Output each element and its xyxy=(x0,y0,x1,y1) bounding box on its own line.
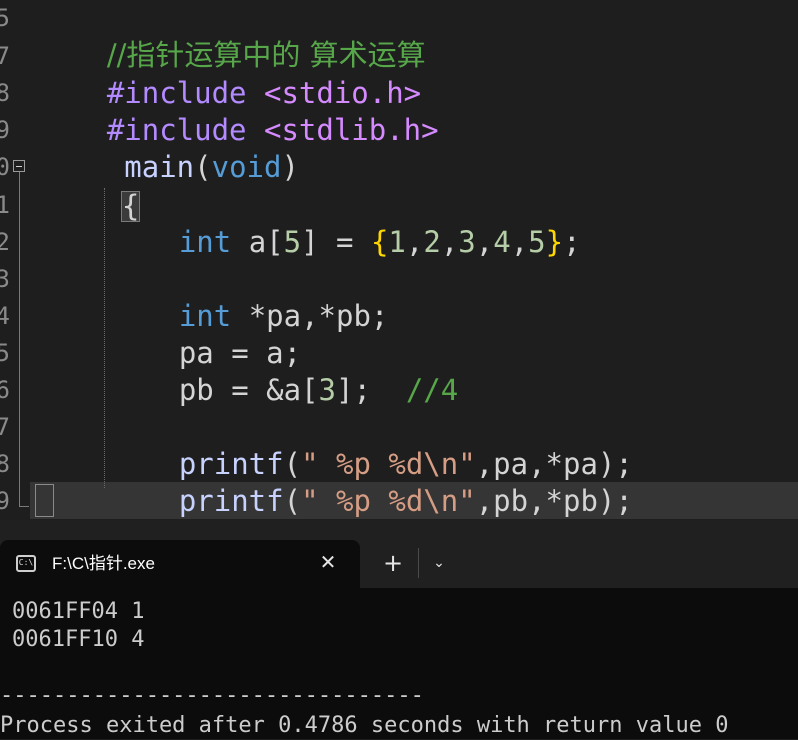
terminal-output-line: 0061FF10 4 xyxy=(12,627,145,652)
number-token: 3 xyxy=(318,373,336,407)
line-number: 8 xyxy=(0,450,10,478)
line-number-gutter: 5 7 8 9 0 1 2 3 4 5 6 7 8 9 xyxy=(0,0,12,520)
code-line-open-brace[interactable]: { xyxy=(51,149,140,222)
line-number: 3 xyxy=(0,265,10,293)
console-icon: C:\ xyxy=(16,555,36,572)
terminal-tab-bar: C:\ F:\C\指针.exe ✕ + ⌄ xyxy=(0,520,798,588)
comma-token: , xyxy=(510,225,529,259)
fold-guide-line xyxy=(19,172,20,507)
terminal-exit-status: Process exited after 0.4786 seconds with… xyxy=(0,713,729,738)
comma-token: , xyxy=(475,225,494,259)
terminal-tab[interactable]: C:\ F:\C\指针.exe ✕ xyxy=(0,540,360,588)
code-line-close-brace[interactable]: } xyxy=(37,482,124,519)
code-line-pointer-decl[interactable]: int *pa,*pb; xyxy=(109,261,389,333)
line-number: 7 xyxy=(0,42,10,70)
tab-title: F:\C\指针.exe xyxy=(52,554,155,573)
terminal-window[interactable]: C:\ F:\C\指针.exe ✕ + ⌄ 0061FF04 1 0061FF1… xyxy=(0,520,798,739)
code-token: pb = &a[ xyxy=(178,373,319,407)
paren-token: ) xyxy=(281,150,299,184)
line-number: 7 xyxy=(0,413,10,441)
line-number: 2 xyxy=(0,228,10,256)
new-tab-button[interactable]: + xyxy=(380,550,406,576)
brace-token: } xyxy=(545,225,564,259)
number-token: 5 xyxy=(283,225,302,259)
code-line-main[interactable]: main(void) xyxy=(37,112,299,184)
code-line-array-decl[interactable]: int a[5] = {1,2,3,4,5}; xyxy=(109,187,581,259)
keyword-token: int xyxy=(178,225,232,259)
code-token: a[ xyxy=(231,225,284,259)
comma-token: , xyxy=(405,225,424,259)
comma-token: , xyxy=(440,225,459,259)
line-number: 1 xyxy=(0,191,10,219)
code-line-comment[interactable]: //指针运算中的 算术运算 xyxy=(37,0,426,72)
code-line-printf-pb[interactable]: printf(" %p %d\n",pb,*pb); xyxy=(109,446,633,518)
code-line-pa-assign[interactable]: pa = a; xyxy=(109,298,301,370)
line-number: 9 xyxy=(0,487,10,515)
number-token: 1 xyxy=(388,225,406,259)
line-number: 5 xyxy=(0,339,10,367)
terminal-output-line: 0061FF04 1 xyxy=(12,599,145,624)
number-token: 3 xyxy=(458,225,476,259)
code-line-printf-pa[interactable]: printf(" %p %d\n",pa,*pa); xyxy=(109,409,633,481)
code-line-include-stdlib[interactable]: #include <stdlib.h> xyxy=(37,75,439,147)
number-token: 4 xyxy=(493,225,511,259)
code-token: ]; xyxy=(336,373,406,407)
chevron-down-icon[interactable]: ⌄ xyxy=(428,550,450,576)
line-number: 6 xyxy=(0,376,10,404)
line-number: 9 xyxy=(0,116,10,144)
number-token: 2 xyxy=(423,225,441,259)
fold-guide-end xyxy=(19,506,29,507)
keyword-token: void xyxy=(211,150,282,184)
fold-collapse-icon[interactable] xyxy=(13,160,25,172)
comment-token: //4 xyxy=(405,373,459,407)
indent-guide xyxy=(104,188,105,488)
paren-token: ( xyxy=(283,484,302,518)
code-line-pb-assign[interactable]: pb = &a[3]; //4 xyxy=(109,335,458,407)
line-number: 8 xyxy=(0,79,10,107)
number-token: 5 xyxy=(528,225,546,259)
semicolon-token: ; xyxy=(563,225,581,259)
line-number: 5 xyxy=(0,4,10,32)
terminal-separator-line: -------------------------------- xyxy=(0,683,424,708)
brace-token: { xyxy=(370,225,389,259)
tab-separator xyxy=(418,548,419,578)
code-line-include-stdio[interactable]: #include <stdio.h> xyxy=(37,38,421,110)
code-editor[interactable]: 5 7 8 9 0 1 2 3 4 5 6 7 8 9 //指针运算中的 算术运… xyxy=(0,0,798,520)
code-token: ,pb,*pb); xyxy=(475,484,633,518)
line-number: 0 xyxy=(0,153,10,181)
string-token: " %p %d\n" xyxy=(301,484,476,518)
function-name-token: printf xyxy=(178,484,284,518)
line-number: 4 xyxy=(0,302,10,330)
paren-token: ( xyxy=(194,150,212,184)
close-icon[interactable]: ✕ xyxy=(318,550,338,574)
code-token: ] = xyxy=(301,225,371,259)
